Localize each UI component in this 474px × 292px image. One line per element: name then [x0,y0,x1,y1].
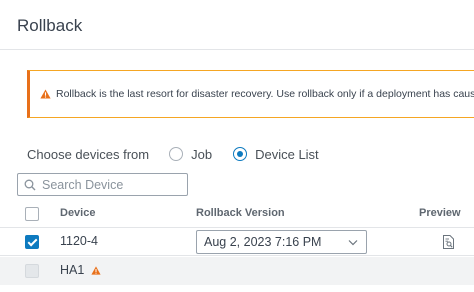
rollback-version-value: Aug 2, 2023 7:16 PM [204,235,322,249]
job-radio-label[interactable]: Job [191,147,212,162]
select-all-checkbox[interactable] [25,207,39,221]
job-radio[interactable] [169,147,184,161]
table-header: Device Rollback Version Preview [0,200,474,228]
row-checkbox [25,264,39,278]
device-name: 1120-4 [60,234,98,248]
column-header-device[interactable]: Device [60,207,95,219]
chevron-down-icon [348,240,358,246]
row-checkbox[interactable] [25,235,39,249]
warning-icon [40,89,51,99]
device-list-radio-label[interactable]: Device List [255,147,319,162]
warning-banner: Rollback is the last resort for disaster… [27,70,474,118]
dialog-header: Rollback [0,0,474,50]
preview-icon[interactable] [442,235,455,249]
device-name-cell: HA1 [60,263,101,277]
table-row: 1120-4 Aug 2, 2023 7:16 PM [0,228,474,256]
search-input[interactable] [42,177,182,192]
choose-devices-label: Choose devices from [27,146,150,162]
search-box [17,173,188,196]
warning-text: Rollback is the last resort for disaster… [56,88,474,100]
search-icon [24,179,36,190]
column-header-preview: Preview [419,207,461,219]
page-title: Rollback [17,16,83,35]
device-source-selector: Choose devices from Job Device List [27,145,340,163]
rollback-version-select[interactable]: Aug 2, 2023 7:16 PM [196,230,367,254]
column-header-rollback-version[interactable]: Rollback Version [196,207,285,219]
device-name: HA1 [60,263,85,277]
warning-icon [91,266,101,275]
device-list-radio[interactable] [233,147,248,161]
table-row: HA1 [0,257,474,285]
